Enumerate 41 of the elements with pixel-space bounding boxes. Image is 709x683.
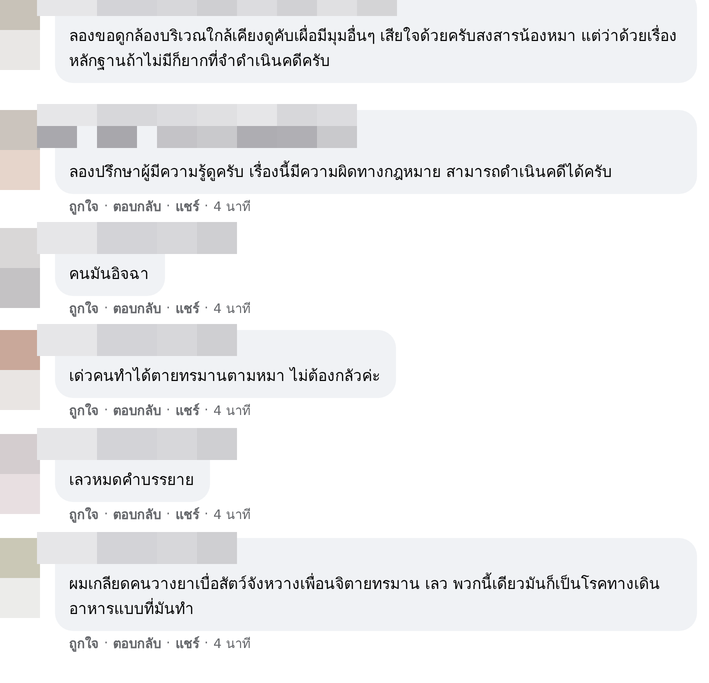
action-link[interactable]: ตอบกลับ <box>113 298 162 318</box>
separator-dot: · <box>166 402 170 418</box>
action-link[interactable]: แชร์ <box>175 400 200 420</box>
comment-text: ผมเกลียดคนวางยาเบื่อสัตว์จังหวางเพื่อนจิตายทรมาน เลว พวกนี้เดียวมันก็เป็นโรคทางเดินอาหารแบบที่มันทำ <box>69 572 681 622</box>
comment-text: ลองปรึกษาผู้มีความรู้ดูครับ เรื่องนี้มีความผิดทางกฎหมาย สามารถดำเนินคดีได้ครับ <box>69 160 681 185</box>
separator-dot: · <box>104 506 108 522</box>
action-link[interactable]: ถูกใจ <box>69 400 99 420</box>
timestamp[interactable]: 4 นาที <box>213 632 251 654</box>
separator-dot: · <box>104 300 108 316</box>
action-link[interactable]: ตอบกลับ <box>113 400 162 420</box>
action-link[interactable]: แชร์ <box>175 632 200 654</box>
timestamp[interactable]: 4 นาที <box>213 504 251 524</box>
action-link[interactable]: แชร์ <box>175 504 200 524</box>
comment-text: ลองขอดูกล้องบริเวณใกล้เคียงดูคับเผื่อมีมุมอื่นๆ เสียใจด้วยครับสงสารน้องหมา แต่ว่าด้วยเรื่องหลักฐานถ้าไม่มีก็ยากที่จำดำเนินคดีครับ <box>69 24 678 72</box>
action-link[interactable]: ตอบกลับ <box>113 632 162 654</box>
separator-dot: · <box>104 636 108 650</box>
separator-dot: · <box>204 506 208 522</box>
timestamp[interactable]: 4 นาที <box>213 196 251 216</box>
separator-dot: · <box>166 506 170 522</box>
separator-dot: · <box>204 402 208 418</box>
separator-dot: · <box>204 300 208 316</box>
timestamp[interactable]: 4 นาที <box>213 298 251 318</box>
action-link[interactable]: ถูกใจ <box>69 504 99 524</box>
separator-dot: · <box>104 402 108 418</box>
action-link[interactable]: ตอบกลับ <box>113 196 162 216</box>
action-link[interactable]: แชร์ <box>175 196 200 216</box>
separator-dot: · <box>204 198 208 214</box>
separator-dot: · <box>166 198 170 214</box>
separator-dot: · <box>104 198 108 214</box>
comment-text: เลวหมดคำบรรยาย <box>69 470 194 491</box>
action-link[interactable]: ถูกใจ <box>69 298 99 318</box>
separator-dot: · <box>166 300 170 316</box>
separator-dot: · <box>204 636 208 650</box>
action-link[interactable]: ตอบกลับ <box>113 504 162 524</box>
action-link[interactable]: ถูกใจ <box>69 632 99 654</box>
action-link[interactable]: ถูกใจ <box>69 196 99 216</box>
timestamp[interactable]: 4 นาที <box>213 400 251 420</box>
separator-dot: · <box>166 636 170 650</box>
action-link[interactable]: แชร์ <box>175 298 200 318</box>
comment-text: เด่วคนทำได้ตายทรมานตามหมา ไม่ต้องกลัวค่ะ <box>69 366 380 387</box>
comment-text: คนมันอิจฉา <box>69 264 149 285</box>
